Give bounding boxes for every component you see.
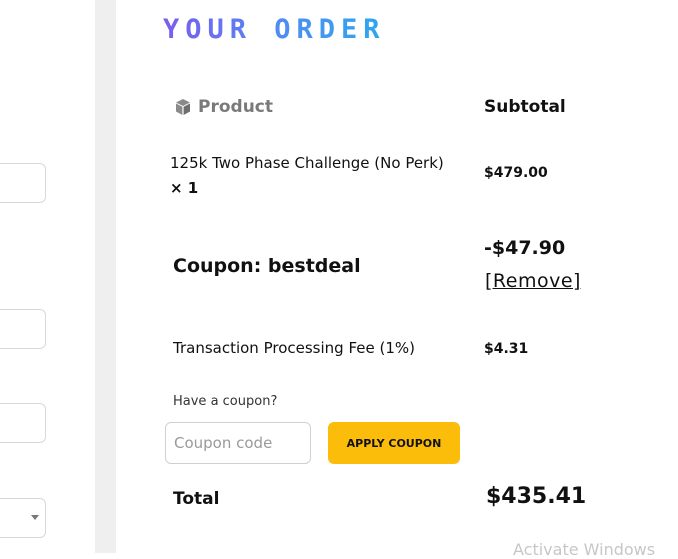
product-column-header: Product xyxy=(174,97,273,117)
line-item-quantity: × 1 xyxy=(170,179,199,197)
product-header-label: Product xyxy=(198,97,273,117)
chevron-down-icon xyxy=(31,515,39,520)
applied-coupon-label: Coupon: bestdeal xyxy=(173,255,361,277)
fee-amount: $4.31 xyxy=(484,341,529,357)
have-coupon-label: Have a coupon? xyxy=(173,394,278,409)
billing-select[interactable] xyxy=(0,498,46,538)
order-title: YOUR ORDER xyxy=(163,14,386,45)
subtotal-column-header: Subtotal xyxy=(484,97,566,117)
panel-divider xyxy=(95,0,116,553)
coupon-discount-amount: -$47.90 xyxy=(484,237,566,259)
line-item-name: 125k Two Phase Challenge (No Perk) × 1 xyxy=(170,151,470,201)
total-label: Total xyxy=(173,489,220,509)
billing-field-2[interactable] xyxy=(0,309,46,349)
billing-field-3[interactable] xyxy=(0,403,46,443)
order-summary: YOUR ORDER Product Subtotal 125k Two Pha… xyxy=(116,0,678,553)
total-amount: $435.41 xyxy=(486,484,587,509)
remove-coupon-link[interactable]: [Remove] xyxy=(485,270,581,292)
fee-label: Transaction Processing Fee (1%) xyxy=(173,339,415,357)
windows-activation-watermark: Activate Windows xyxy=(513,540,656,559)
line-item-price: $479.00 xyxy=(484,165,548,181)
line-item-title: 125k Two Phase Challenge (No Perk) xyxy=(170,154,444,172)
package-icon xyxy=(176,99,190,115)
coupon-code-input[interactable] xyxy=(165,422,311,464)
apply-coupon-button[interactable]: APPLY COUPON xyxy=(328,422,460,464)
billing-form-panel xyxy=(0,0,95,553)
billing-field-1[interactable] xyxy=(0,163,46,203)
